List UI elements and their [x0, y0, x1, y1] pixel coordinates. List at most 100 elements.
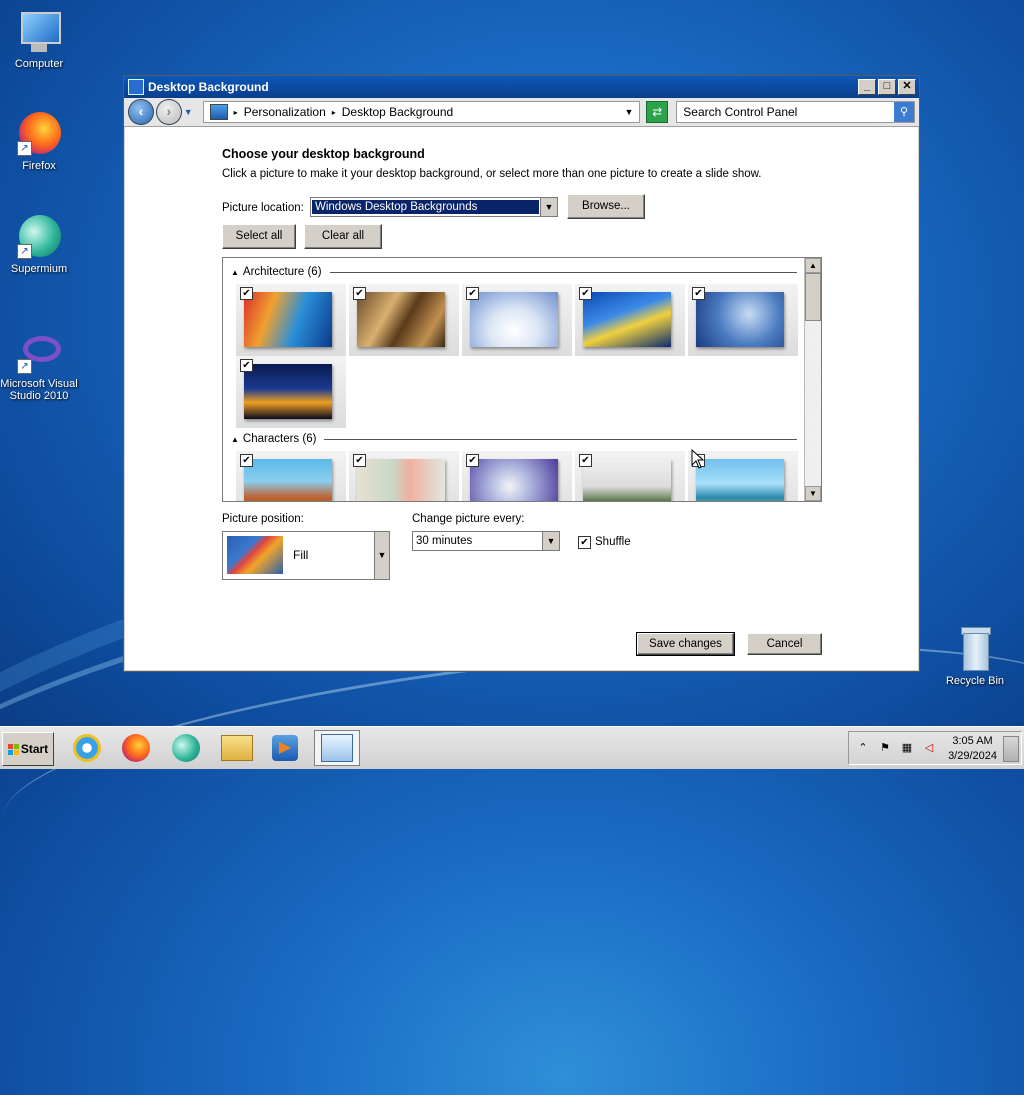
desktop-icon-firefox[interactable]: ↗ Firefox — [0, 110, 78, 172]
scrollbar-thumb[interactable] — [805, 273, 821, 321]
search-input[interactable]: Search Control Panel — [677, 105, 894, 119]
group-header-architecture[interactable]: ▲ Architecture (6) — [231, 266, 797, 278]
shortcut-arrow-icon: ↗ — [17, 141, 32, 156]
wallpaper-thumbnail[interactable]: ✔ — [349, 451, 459, 501]
chevron-down-icon[interactable]: ▼ — [540, 198, 557, 216]
breadcrumb-chevron-icon[interactable]: ▸ — [234, 108, 238, 117]
thumbnail-checkbox[interactable]: ✔ — [466, 454, 479, 467]
visual-studio-icon: ↗ — [15, 328, 63, 376]
wallpaper-thumbnail[interactable]: ✔ — [575, 451, 685, 501]
mouse-cursor-icon — [691, 449, 705, 469]
picture-position-label: Picture position: — [222, 513, 304, 525]
close-button[interactable]: ✕ — [898, 79, 916, 95]
wallpaper-thumbnail[interactable]: ✔ — [462, 284, 572, 356]
thumbnail-checkbox[interactable]: ✔ — [466, 287, 479, 300]
desktop-icon-label: Computer — [14, 58, 64, 70]
picture-position-value: Fill — [293, 548, 309, 562]
title-bar[interactable]: Desktop Background _ □ ✕ — [124, 76, 919, 98]
clear-all-button[interactable]: Clear all — [304, 224, 382, 249]
breadcrumb-personalization[interactable]: Personalization — [244, 105, 326, 119]
thumbnail-checkbox[interactable]: ✔ — [579, 454, 592, 467]
group-header-characters[interactable]: ▲ Characters (6) — [231, 433, 797, 445]
chevron-down-icon[interactable]: ▼ — [374, 532, 389, 579]
thumbnail-checkbox[interactable]: ✔ — [240, 454, 253, 467]
taskbar-control-panel[interactable] — [314, 730, 360, 766]
address-bar[interactable]: ▸ Personalization ▸ Desktop Background ▼ — [202, 101, 641, 123]
recycle-bin-icon — [951, 625, 999, 673]
select-all-button[interactable]: Select all — [222, 224, 296, 249]
desktop-icon-label: Recycle Bin — [945, 675, 1005, 687]
shortcut-arrow-icon: ↗ — [17, 244, 32, 259]
recent-pages-dropdown[interactable]: ▼ — [184, 107, 193, 117]
scroll-down-icon[interactable]: ▼ — [805, 486, 821, 501]
maximize-button[interactable]: □ — [878, 79, 896, 95]
thumbnail-checkbox[interactable]: ✔ — [353, 287, 366, 300]
change-picture-select[interactable]: 30 minutes ▼ — [412, 531, 560, 551]
taskbar-internet-explorer[interactable] — [68, 730, 106, 766]
search-box[interactable]: Search Control Panel ⚲ — [676, 101, 915, 123]
windows-logo-icon — [7, 743, 19, 755]
wallpaper-thumbnail[interactable]: ✔ — [236, 451, 346, 501]
taskbar-file-explorer[interactable] — [218, 730, 256, 766]
shuffle-label[interactable]: Shuffle — [595, 536, 631, 548]
back-button[interactable]: ‹ — [128, 99, 154, 125]
thumbnail-checkbox[interactable]: ✔ — [579, 287, 592, 300]
group-name: Characters (6) — [242, 433, 317, 445]
change-picture-label: Change picture every: — [412, 513, 525, 525]
thumbnail-checkbox[interactable]: ✔ — [353, 454, 366, 467]
save-changes-button[interactable]: Save changes — [636, 632, 735, 656]
wallpaper-thumbnail[interactable]: ✔ — [462, 451, 572, 501]
browse-button[interactable]: Browse... — [567, 194, 645, 219]
desktop-icon-label: Firefox — [22, 160, 56, 172]
desktop-icon-supermium[interactable]: ↗ Supermium — [0, 213, 78, 275]
system-tray: ⌃ ⚑ ▦ ◁ 3:05 AM 3/29/2024 — [848, 731, 1022, 765]
shortcut-arrow-icon: ↗ — [17, 359, 32, 374]
breadcrumb-chevron-icon[interactable]: ▸ — [332, 108, 336, 117]
taskbar-supermium[interactable] — [167, 730, 205, 766]
show-desktop-button[interactable] — [1003, 736, 1019, 762]
wallpaper-thumbnail[interactable]: ✔ — [575, 284, 685, 356]
wallpaper-thumbnail[interactable]: ✔ — [688, 284, 798, 356]
refresh-button[interactable]: ⇄ — [646, 101, 669, 123]
scroll-up-icon[interactable]: ▲ — [805, 258, 821, 273]
wallpaper-thumbnail[interactable]: ✔ — [236, 356, 346, 428]
navigation-bar: ‹ › ▼ ▸ Personalization ▸ Desktop Backgr… — [124, 98, 919, 127]
control-panel-icon — [209, 104, 228, 120]
gallery-scrollbar[interactable]: ▲ ▼ — [804, 258, 821, 501]
start-button[interactable]: Start — [2, 732, 54, 766]
clock[interactable]: 3:05 AM 3/29/2024 — [948, 734, 997, 764]
supermium-icon — [172, 734, 200, 762]
taskbar-firefox[interactable] — [117, 730, 155, 766]
action-center-flag-icon[interactable]: ⚑ — [877, 741, 893, 755]
window-title: Desktop Background — [148, 80, 269, 94]
desktop-icon-visual-studio[interactable]: ↗ Microsoft Visual Studio 2010 — [0, 328, 78, 402]
thumbnail-checkbox[interactable]: ✔ — [692, 287, 705, 300]
window-icon — [128, 79, 144, 95]
control-panel-icon — [321, 734, 353, 762]
wallpaper-thumbnail[interactable]: ✔ — [349, 284, 459, 356]
picture-position-select[interactable]: Fill ▼ — [222, 531, 390, 580]
picture-location-select[interactable]: Windows Desktop Backgrounds ▼ — [310, 197, 558, 217]
search-icon[interactable]: ⚲ — [894, 102, 914, 122]
internet-explorer-icon — [73, 734, 101, 762]
breadcrumb-desktop-background[interactable]: Desktop Background — [342, 105, 453, 119]
thumbnail-checkbox[interactable]: ✔ — [240, 287, 253, 300]
collapse-arrow-icon[interactable]: ▲ — [231, 268, 239, 277]
picture-location-value: Windows Desktop Backgrounds — [312, 200, 539, 214]
address-dropdown-icon[interactable]: ▼ — [624, 107, 633, 117]
cancel-button[interactable]: Cancel — [747, 633, 822, 655]
chevron-down-icon[interactable]: ▼ — [542, 532, 559, 550]
collapse-arrow-icon[interactable]: ▲ — [231, 435, 239, 444]
forward-button[interactable]: › — [155, 99, 182, 125]
wallpaper-thumbnail[interactable]: ✔ — [236, 284, 346, 356]
show-hidden-icons-icon[interactable]: ⌃ — [855, 741, 871, 755]
desktop-icon-recycle-bin[interactable]: Recycle Bin — [936, 625, 1014, 687]
desktop-icon-computer[interactable]: Computer — [0, 8, 78, 70]
taskbar-media-player[interactable]: ▶ — [266, 730, 304, 766]
volume-muted-icon[interactable]: ◁ — [921, 741, 937, 755]
clock-date: 3/29/2024 — [948, 750, 997, 762]
thumbnail-checkbox[interactable]: ✔ — [240, 359, 253, 372]
minimize-button[interactable]: _ — [858, 79, 876, 95]
network-icon[interactable]: ▦ — [899, 741, 915, 755]
shuffle-checkbox[interactable]: ✔ — [578, 536, 591, 549]
